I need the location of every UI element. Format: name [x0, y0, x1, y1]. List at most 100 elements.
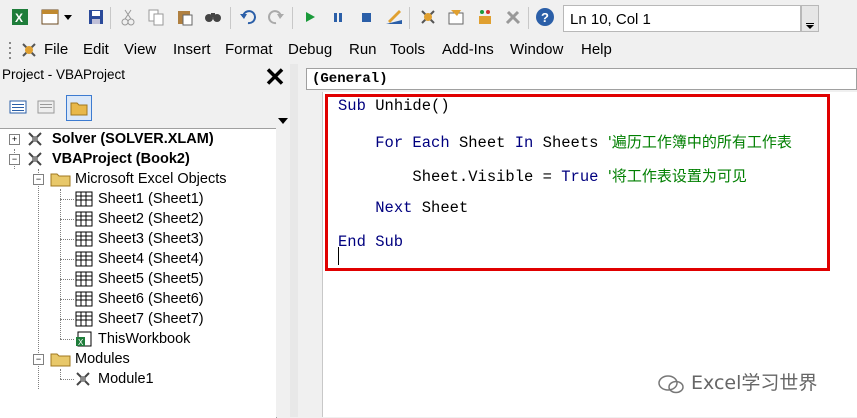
cut-icon[interactable]	[118, 7, 138, 27]
watermark-text: Excel学习世界	[691, 372, 818, 394]
vba-app-icon	[20, 41, 38, 59]
project-panel-titlebar: Project - VBAProject ✕	[0, 64, 290, 90]
tree-item-solver[interactable]: + Solver (SOLVER.XLAM)	[0, 129, 276, 149]
find-icon[interactable]	[203, 7, 223, 27]
view-code-icon[interactable]	[8, 97, 30, 119]
svg-text:X: X	[78, 338, 84, 347]
project-panel-toolbar	[0, 90, 290, 128]
tree-item-sheet3[interactable]: Sheet3 (Sheet3)	[0, 229, 276, 249]
excel-view-icon[interactable]: X	[10, 7, 30, 27]
dropdown-arrow-icon[interactable]	[62, 7, 74, 27]
standard-toolbar: X ? Ln 10, Col 1	[0, 0, 857, 36]
menu-insert[interactable]: Insert	[173, 41, 211, 58]
workbook-icon: X	[75, 331, 93, 347]
worksheet-icon	[75, 311, 93, 327]
cursor-position-readout: Ln 10, Col 1	[563, 5, 801, 32]
tree-item-label: Microsoft Excel Objects	[75, 171, 227, 187]
menu-bar: File Edit View Insert Format Debug Run T…	[0, 36, 857, 64]
menu-run[interactable]: Run	[349, 41, 377, 58]
folder-icon	[50, 171, 72, 187]
folder-icon	[50, 351, 72, 367]
menubar-grip-icon	[8, 40, 12, 60]
tree-item-label: Sheet7 (Sheet7)	[98, 311, 204, 327]
tree-item-label: Modules	[75, 351, 130, 367]
menu-window[interactable]: Window	[510, 41, 563, 58]
scroll-down-icon[interactable]	[278, 118, 288, 126]
module-icon	[74, 370, 94, 388]
tree-item-module1[interactable]: Module1	[0, 369, 276, 389]
menu-add-ins[interactable]: Add-Ins	[442, 41, 494, 58]
collapse-icon[interactable]: −	[33, 354, 44, 365]
object-browser-icon[interactable]	[475, 7, 495, 27]
tree-item-label: Sheet4 (Sheet4)	[98, 251, 204, 267]
vba-project-icon	[26, 150, 46, 168]
svg-text:?: ?	[541, 10, 549, 25]
help-icon[interactable]: ?	[535, 7, 555, 27]
tree-item-label: Solver (SOLVER.XLAM)	[52, 131, 214, 147]
tree-item-sheet6[interactable]: Sheet6 (Sheet6)	[0, 289, 276, 309]
panel-splitter[interactable]	[290, 64, 298, 417]
tree-item-excel-objects[interactable]: − Microsoft Excel Objects	[0, 169, 276, 189]
toggle-folders-icon[interactable]	[66, 95, 92, 121]
tree-item-sheet4[interactable]: Sheet4 (Sheet4)	[0, 249, 276, 269]
wechat-icon	[658, 374, 684, 393]
tree-item-modules[interactable]: − Modules	[0, 349, 276, 369]
tree-item-sheet2[interactable]: Sheet2 (Sheet2)	[0, 209, 276, 229]
tree-item-label: VBAProject (Book2)	[52, 151, 190, 167]
watermark: Excel学习世界	[657, 368, 817, 395]
collapse-icon[interactable]: −	[9, 154, 20, 165]
tree-item-label: Sheet3 (Sheet3)	[98, 231, 204, 247]
breakpoint-margin[interactable]	[298, 92, 323, 417]
worksheet-icon	[75, 211, 93, 227]
tree-item-label: Sheet1 (Sheet1)	[98, 191, 204, 207]
tree-item-label: Sheet5 (Sheet5)	[98, 271, 204, 287]
object-dropdown[interactable]: (General)	[306, 68, 857, 90]
svg-text:X: X	[15, 11, 23, 25]
tree-item-sheet7[interactable]: Sheet7 (Sheet7)	[0, 309, 276, 329]
paste-icon[interactable]	[175, 7, 195, 27]
menu-format[interactable]: Format	[225, 41, 273, 58]
menu-tools[interactable]: Tools	[390, 41, 425, 58]
design-mode-icon[interactable]	[384, 7, 404, 27]
collapse-icon[interactable]: −	[33, 174, 44, 185]
undo-icon[interactable]	[238, 7, 258, 27]
tree-item-thisworkbook[interactable]: X ThisWorkbook	[0, 329, 276, 349]
project-explorer-icon[interactable]	[418, 7, 438, 27]
tree-item-vbaproject[interactable]: − VBAProject (Book2)	[0, 149, 276, 169]
worksheet-icon	[75, 271, 93, 287]
menu-edit[interactable]: Edit	[83, 41, 109, 58]
tree-item-label: ThisWorkbook	[98, 331, 191, 347]
view-object-icon[interactable]	[36, 97, 58, 119]
worksheet-icon	[75, 191, 93, 207]
tree-item-sheet5[interactable]: Sheet5 (Sheet5)	[0, 269, 276, 289]
vba-project-icon	[26, 130, 46, 148]
tree-scrollbar[interactable]	[276, 100, 290, 417]
properties-icon[interactable]	[446, 7, 466, 27]
insert-module-icon[interactable]	[40, 7, 60, 27]
menu-file[interactable]: File	[44, 41, 68, 58]
break-icon[interactable]	[328, 7, 348, 27]
menu-help[interactable]: Help	[581, 41, 612, 58]
toolbar-overflow-button[interactable]	[801, 5, 819, 32]
worksheet-icon	[75, 251, 93, 267]
code-window-header: (General)	[298, 64, 857, 92]
close-icon[interactable]: ✕	[262, 64, 288, 91]
toolbox-icon[interactable]	[503, 7, 523, 27]
menu-view[interactable]: View	[124, 41, 156, 58]
tree-item-sheet1[interactable]: Sheet1 (Sheet1)	[0, 189, 276, 209]
copy-icon[interactable]	[146, 7, 166, 27]
save-icon[interactable]	[86, 7, 106, 27]
highlight-box	[325, 94, 830, 271]
reset-icon[interactable]	[356, 7, 376, 27]
expand-icon[interactable]: +	[9, 134, 20, 145]
redo-icon[interactable]	[266, 7, 286, 27]
menu-debug[interactable]: Debug	[288, 41, 332, 58]
project-panel-title: Project - VBAProject	[2, 67, 126, 82]
tree-item-label: Sheet6 (Sheet6)	[98, 291, 204, 307]
worksheet-icon	[75, 291, 93, 307]
tree-item-label: Module1	[98, 371, 154, 387]
project-tree: + Solver (SOLVER.XLAM) − VBAProject (Boo…	[0, 128, 277, 418]
run-icon[interactable]	[300, 7, 320, 27]
worksheet-icon	[75, 231, 93, 247]
tree-item-label: Sheet2 (Sheet2)	[98, 211, 204, 227]
